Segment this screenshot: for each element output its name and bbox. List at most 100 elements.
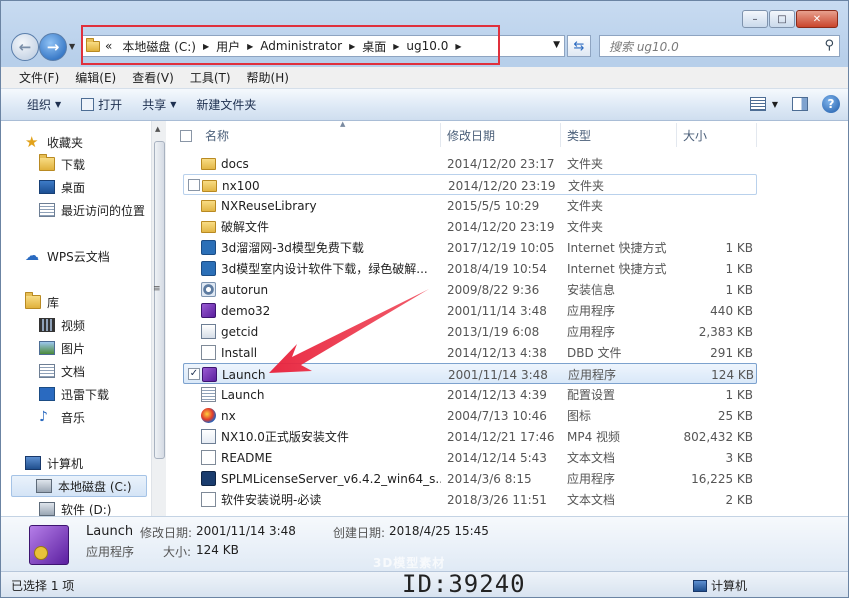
chevron-right-icon[interactable]: ▶ (201, 42, 211, 51)
file-row[interactable]: 3d模型室内设计软件下载，绿色破解... 2018/4/19 10:54 Inter… (183, 258, 757, 279)
forward-button[interactable]: → (39, 33, 67, 61)
nav-drive-c[interactable]: 本地磁盘 (C:) (11, 475, 147, 497)
folder-icon (202, 180, 217, 192)
file-row[interactable]: nx100 2014/12/20 23:19 文件夹 (183, 174, 757, 195)
nav-pictures[interactable]: 图片 (39, 337, 85, 359)
nav-favorites[interactable]: ★ 收藏夹 (25, 131, 83, 153)
file-row[interactable]: 破解文件 2014/12/20 23:19 文件夹 (183, 216, 757, 237)
recent-pages-dropdown[interactable]: ▼ (69, 42, 75, 51)
file-row[interactable]: docs 2014/12/20 23:17 文件夹 (183, 153, 757, 174)
open-button[interactable]: 打开 (71, 96, 132, 113)
menu-file[interactable]: 文件(F) (11, 69, 67, 86)
recent-places-icon (39, 203, 55, 217)
file-name: 软件安装说明-必读 (221, 493, 322, 507)
file-row[interactable]: getcid 2013/1/19 6:08 应用程序 2,383 KB (183, 321, 757, 342)
address-dropdown-icon[interactable]: ▼ (553, 40, 560, 50)
chevron-right-icon[interactable]: ▶ (347, 42, 357, 51)
nav-computer[interactable]: 计算机 (25, 452, 83, 474)
share-button[interactable]: 共享 ▼ (132, 96, 186, 113)
menu-view[interactable]: 查看(V) (124, 69, 182, 86)
file-name: autorun (221, 282, 269, 297)
star-icon: ★ (25, 133, 39, 151)
column-type[interactable]: 类型 (561, 123, 677, 147)
file-name: docs (221, 156, 249, 171)
nav-pane-scrollbar[interactable]: ▲ (151, 121, 166, 516)
file-row[interactable]: Install 2014/12/13 4:38 DBD 文件 291 KB (183, 342, 757, 363)
back-button[interactable]: ← (11, 33, 39, 61)
select-all-checkbox[interactable] (180, 130, 192, 142)
refresh-button[interactable]: ⇆ (567, 35, 591, 57)
file-row[interactable]: nx 2004/7/13 10:46 图标 25 KB (183, 405, 757, 426)
cloud-icon: ☁ (25, 248, 39, 264)
file-size: 124 KB (711, 367, 754, 382)
column-name[interactable]: 名称 ▲ (199, 120, 441, 147)
file-row[interactable]: 软件安装说明-必读 2018/3/26 11:51 文本文档 2 KB (183, 489, 757, 510)
watermark-id: ID:39240 (402, 570, 526, 598)
file-row[interactable]: NXReuseLibrary 2015/5/5 10:29 文件夹 (183, 195, 757, 216)
file-type: Internet 快捷方式 (567, 241, 667, 255)
file-row[interactable]: 3d溜溜网-3d模型免费下载 2017/12/19 10:05 Internet 快… (183, 237, 757, 258)
chevron-right-icon[interactable]: ▶ (391, 42, 401, 51)
file-row[interactable]: ✓ Launch 2001/11/14 3:48 应用程序 124 KB (183, 363, 757, 384)
breadcrumb-drive-c[interactable]: 本地磁盘 (C:) (117, 38, 201, 55)
nav-libraries[interactable]: 库 (25, 291, 59, 313)
chevron-right-icon[interactable]: ▶ (245, 42, 255, 51)
document-icon (201, 345, 216, 360)
nav-downloads[interactable]: 下载 (39, 153, 85, 175)
nav-wps-cloud[interactable]: ☁ WPS云文档 (25, 245, 110, 267)
file-row[interactable]: README 2014/12/14 5:43 文本文档 3 KB (183, 447, 757, 468)
file-row[interactable]: NX10.0正式版安装文件 2014/12/21 17:46 MP4 视频 802,4… (183, 426, 757, 447)
nav-desktop[interactable]: 桌面 (39, 176, 85, 198)
nav-downloads-label: 下载 (61, 157, 86, 172)
file-row[interactable]: Launch 2014/12/13 4:39 配置设置 1 KB (183, 384, 757, 405)
file-row[interactable]: demo32 2001/11/14 3:48 应用程序 440 KB (183, 300, 757, 321)
nav-documents[interactable]: 文档 (39, 360, 85, 382)
row-checkbox[interactable] (188, 179, 200, 191)
scroll-up-icon[interactable]: ▲ (155, 125, 160, 133)
column-size-label: 大小 (683, 128, 708, 143)
organize-button[interactable]: 组织 ▼ (17, 96, 71, 113)
file-row[interactable]: SPLMLicenseServer_v6.4.2_win64_s... 2014/… (183, 468, 757, 489)
nav-videos[interactable]: 视频 (39, 314, 85, 336)
menu-help[interactable]: 帮助(H) (239, 69, 297, 86)
row-checkbox[interactable]: ✓ (188, 368, 200, 380)
exe-icon (201, 324, 216, 339)
details-view-icon (749, 97, 766, 111)
caption-buttons: – □ ✕ (742, 10, 838, 28)
column-size[interactable]: 大小 (677, 123, 757, 147)
breadcrumb-users[interactable]: 用户 (211, 38, 245, 55)
menu-edit[interactable]: 编辑(E) (67, 69, 124, 86)
sort-ascending-icon: ▲ (340, 120, 346, 128)
preview-pane-icon[interactable] (792, 97, 808, 111)
menu-tools[interactable]: 工具(T) (182, 69, 239, 86)
file-name: Launch (221, 387, 265, 402)
close-button[interactable]: ✕ (796, 10, 838, 28)
nav-xunlei[interactable]: 迅雷下载 (39, 383, 109, 405)
nav-recent[interactable]: 最近访问的位置 (39, 199, 145, 221)
new-folder-button[interactable]: 新建文件夹 (186, 96, 266, 113)
file-row[interactable]: autorun 2009/8/22 9:36 安装信息 1 KB (183, 279, 757, 300)
view-options-button[interactable]: ▼ (749, 97, 778, 111)
breadcrumb-administrator[interactable]: Administrator (255, 39, 347, 53)
search-icon[interactable]: ⚲ (824, 38, 834, 53)
nav-music[interactable]: ♪ 音乐 (39, 406, 85, 428)
address-bar[interactable]: « 本地磁盘 (C:) ▶ 用户 ▶ Administrator ▶ 桌面 ▶ … (81, 35, 565, 57)
status-location-label: 计算机 (711, 579, 748, 593)
maximize-button[interactable]: □ (769, 10, 795, 28)
nav-xunlei-label: 迅雷下载 (61, 387, 110, 402)
file-date: 2015/5/5 10:29 (447, 198, 540, 213)
file-size: 2,383 KB (698, 324, 753, 339)
breadcrumb-ug10[interactable]: ug10.0 (401, 39, 453, 53)
search-input[interactable]: 搜索 ug10.0 ⚲ (599, 35, 840, 57)
file-date: 2014/12/13 4:38 (447, 345, 547, 360)
column-date[interactable]: 修改日期 (441, 123, 561, 147)
chevron-down-icon: ▼ (55, 100, 62, 109)
scroll-thumb[interactable] (154, 141, 165, 459)
navigation-pane: ★ 收藏夹 下载 桌面 最近访问的位置 ☁ WPS云文档 库 视频 图片 文档 迅雷… (1, 121, 151, 517)
breadcrumb-overflow[interactable]: « (100, 39, 117, 53)
breadcrumb-desktop[interactable]: 桌面 (357, 38, 391, 55)
chevron-right-icon[interactable]: ▶ (453, 42, 463, 51)
minimize-button[interactable]: – (742, 10, 768, 28)
file-type: 应用程序 (567, 304, 616, 318)
help-icon[interactable]: ? (822, 95, 840, 113)
